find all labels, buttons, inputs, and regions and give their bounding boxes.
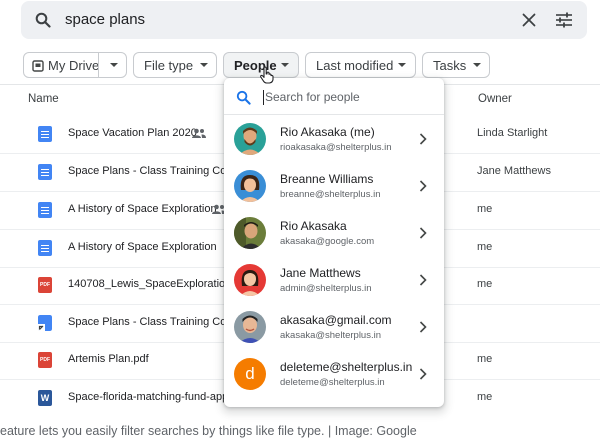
chevron-down-icon bbox=[281, 63, 289, 67]
caption-text: eature lets you easily filter searches b… bbox=[0, 424, 325, 438]
avatar bbox=[234, 217, 266, 249]
chevron-down-icon bbox=[398, 63, 406, 67]
caption-credit: Image: Google bbox=[334, 424, 417, 438]
person-email: breanne@shelterplus.in bbox=[280, 189, 381, 200]
person-item[interactable]: Rio Akasaka akasaka@google.com bbox=[224, 211, 444, 258]
owner-name: Linda Starlight bbox=[477, 127, 548, 139]
dropdown-divider bbox=[224, 114, 444, 115]
person-name: deleteme@shelterplus.in bbox=[280, 360, 413, 374]
tune-icon[interactable] bbox=[555, 12, 573, 28]
file-name: A History of Space Exploration bbox=[68, 241, 217, 253]
my-drive-label: My Drive bbox=[48, 58, 100, 73]
person-item[interactable]: Rio Akasaka (me) rioakasaka@shelterplus.… bbox=[224, 117, 444, 164]
people-dropdown: Rio Akasaka (me) rioakasaka@shelterplus.… bbox=[224, 78, 444, 407]
pdf-icon: PDF bbox=[38, 352, 52, 368]
tasks-label: Tasks bbox=[433, 58, 467, 73]
owner-name: me bbox=[477, 391, 493, 403]
file-name: Space Vacation Plan 2020 bbox=[68, 127, 197, 139]
owner-column-header[interactable]: Owner bbox=[478, 93, 512, 105]
chevron-down-icon[interactable] bbox=[110, 63, 118, 67]
search-icon[interactable] bbox=[35, 12, 51, 28]
drive-icon bbox=[32, 60, 44, 72]
search-query[interactable]: space plans bbox=[65, 11, 145, 28]
chevron-right-icon bbox=[419, 274, 427, 286]
people-search-input[interactable] bbox=[262, 87, 432, 107]
chevron-down-icon bbox=[200, 63, 208, 67]
chevron-down-icon bbox=[473, 63, 481, 67]
person-name: akasaka@gmail.com bbox=[280, 313, 392, 327]
tasks-chip[interactable]: Tasks bbox=[422, 52, 490, 78]
chevron-right-icon bbox=[419, 321, 427, 333]
file-name: Space-florida-matching-fund-appli bbox=[68, 391, 234, 403]
chevron-right-icon bbox=[419, 180, 427, 192]
person-name: Rio Akasaka (me) bbox=[280, 125, 375, 139]
search-icon bbox=[236, 90, 251, 105]
caption-separator: | bbox=[327, 424, 332, 438]
avatar bbox=[234, 170, 266, 202]
person-name: Breanne Williams bbox=[280, 172, 374, 186]
name-column-header[interactable]: Name bbox=[28, 93, 59, 105]
word-doc-icon: W bbox=[38, 390, 52, 406]
file-type-chip[interactable]: File type bbox=[133, 52, 217, 78]
shared-icon bbox=[192, 128, 206, 138]
chevron-right-icon bbox=[419, 227, 427, 239]
person-name: Jane Matthews bbox=[280, 266, 361, 280]
file-name: Space Plans - Class Training Cours bbox=[68, 165, 242, 177]
text-cursor bbox=[263, 90, 264, 105]
person-email: akasaka@shelterplus.in bbox=[280, 330, 382, 341]
close-icon[interactable] bbox=[522, 13, 536, 27]
person-email: deleteme@shelterplus.in bbox=[280, 377, 385, 388]
person-item[interactable]: akasaka@gmail.com akasaka@shelterplus.in bbox=[224, 305, 444, 352]
file-name: A History of Space Exploration bbox=[68, 203, 217, 215]
avatar bbox=[234, 123, 266, 155]
search-bar[interactable]: space plans bbox=[21, 1, 587, 39]
file-name: Space Plans - Class Training Cours bbox=[68, 316, 242, 328]
my-drive-chip[interactable]: My Drive bbox=[23, 52, 127, 78]
hand-pointer-icon bbox=[260, 66, 274, 84]
image-caption: eature lets you easily filter searches b… bbox=[0, 424, 417, 438]
file-name: Artemis Plan.pdf bbox=[68, 353, 149, 365]
google-doc-icon bbox=[38, 126, 52, 142]
file-name: 140708_Lewis_SpaceExploration_ bbox=[68, 278, 238, 290]
avatar bbox=[234, 264, 266, 296]
chevron-right-icon bbox=[419, 368, 427, 380]
google-doc-icon bbox=[38, 240, 52, 256]
person-email: admin@shelterplus.in bbox=[280, 283, 372, 294]
initial-avatar: d bbox=[234, 358, 266, 390]
last-modified-chip[interactable]: Last modified bbox=[305, 52, 416, 78]
owner-name: Jane Matthews bbox=[477, 165, 551, 177]
person-item[interactable]: Jane Matthews admin@shelterplus.in bbox=[224, 258, 444, 305]
owner-name: me bbox=[477, 241, 493, 253]
person-email: rioakasaka@shelterplus.in bbox=[280, 142, 392, 153]
google-doc-icon bbox=[38, 202, 52, 218]
person-item[interactable]: d deleteme@shelterplus.in deleteme@shelt… bbox=[224, 352, 444, 399]
chevron-right-icon bbox=[419, 133, 427, 145]
shortcut-doc-icon bbox=[38, 315, 52, 331]
owner-name: me bbox=[477, 353, 493, 365]
avatar bbox=[234, 311, 266, 343]
person-name: Rio Akasaka bbox=[280, 219, 347, 233]
last-modified-label: Last modified bbox=[316, 58, 394, 73]
chip-divider bbox=[98, 53, 99, 77]
person-email: akasaka@google.com bbox=[280, 236, 375, 247]
google-doc-icon bbox=[38, 164, 52, 180]
pdf-icon: PDF bbox=[38, 277, 52, 293]
owner-name: me bbox=[477, 203, 493, 215]
owner-name: me bbox=[477, 278, 493, 290]
person-item[interactable]: Breanne Williams breanne@shelterplus.in bbox=[224, 164, 444, 211]
file-type-label: File type bbox=[144, 58, 194, 73]
